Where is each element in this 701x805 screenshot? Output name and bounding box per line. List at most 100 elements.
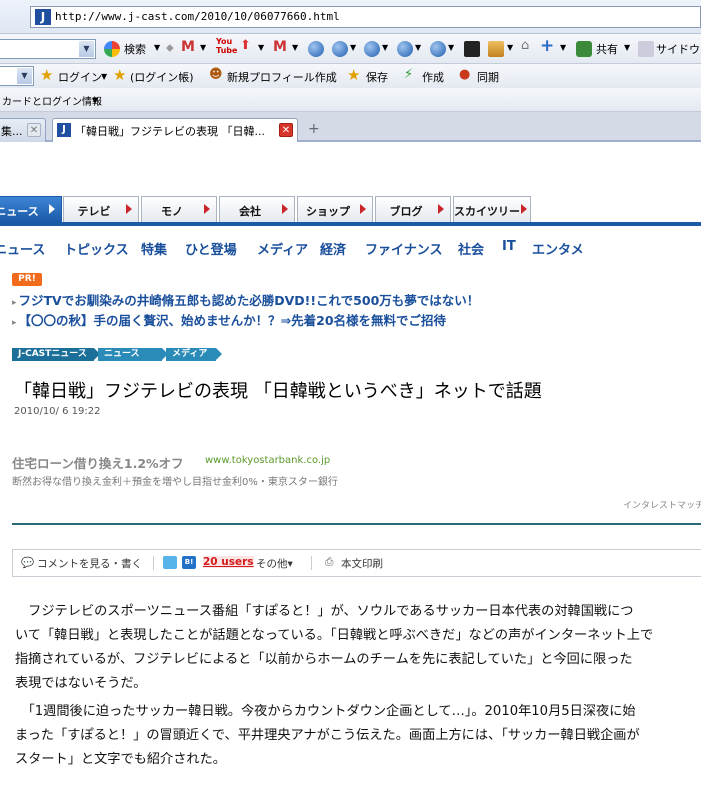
site-favicon-icon: J <box>57 123 71 137</box>
chevron-down-icon[interactable]: ▼ <box>200 43 206 52</box>
nav-tab-tv[interactable]: テレビ <box>63 196 139 222</box>
profile-icon[interactable]: ☻ <box>209 67 223 82</box>
login-book-icon[interactable]: ★ <box>113 66 126 84</box>
globe-icon[interactable] <box>397 41 413 57</box>
breadcrumb-jcast[interactable]: J-CASTニュース <box>12 348 100 361</box>
chevron-down-icon[interactable]: ▼ <box>382 43 388 52</box>
ad-title[interactable]: 住宅ローン借り換え1.2%オフ <box>12 453 184 472</box>
new-profile-button[interactable]: 新規プロフィール作成 <box>227 69 337 85</box>
login-select[interactable]: ▼ <box>0 66 34 86</box>
address-bar[interactable]: J http://www.j-cast.com/2010/10/06077660… <box>30 6 701 28</box>
divider <box>311 556 312 570</box>
url-text[interactable]: http://www.j-cast.com/2010/10/06077660.h… <box>55 10 340 23</box>
ad-provider[interactable]: インタレストマッチ <box>623 498 701 511</box>
nav-tab-company[interactable]: 会社 <box>219 196 295 222</box>
category-link-people[interactable]: ひと登場 <box>185 239 237 258</box>
share-button[interactable]: 共有 <box>596 41 618 57</box>
chevron-down-icon[interactable]: ▼ <box>258 43 264 52</box>
pr-link[interactable]: ▸ 【〇〇の秋】手の届く贅沢、始めませんか！？⇒先着20名様を無料でご招待 <box>12 310 446 329</box>
nav-tab-news[interactable]: ニュース <box>0 196 62 222</box>
globe-icon[interactable] <box>430 41 446 57</box>
sync-button[interactable]: 同期 <box>477 69 499 85</box>
tab-previous[interactable]: 集... ✕ <box>0 118 46 142</box>
hatena-bookmark-icon[interactable]: B! <box>182 556 196 569</box>
chevron-down-icon[interactable]: ▼ <box>292 43 298 52</box>
card-login-button[interactable]: カードとログイン情報 <box>2 93 102 108</box>
hatena-users-count[interactable]: 20 users <box>203 556 254 568</box>
nav-tab-shop[interactable]: ショップ <box>297 196 373 222</box>
ad-url[interactable]: www.tokyostarbank.co.jp <box>205 455 330 466</box>
page-content: ニュース テレビ モノ 会社 ショップ ブログ スカイツリー ニュース トピック… <box>0 144 701 805</box>
category-link-topics[interactable]: トピックス <box>64 239 129 258</box>
sync-icon[interactable]: ● <box>459 67 470 82</box>
close-icon[interactable]: ✕ <box>27 123 41 137</box>
address-bar-area: J http://www.j-cast.com/2010/10/06077660… <box>0 0 701 34</box>
chevron-down-icon[interactable]: ▼ <box>17 68 32 84</box>
breadcrumb-news[interactable]: ニュース <box>98 348 168 361</box>
bookmark-icon[interactable] <box>488 41 504 57</box>
pr-link[interactable]: ▸ フジTVでお馴染みの井崎脩五郎も認めた必勝DVD!!これで500万も夢ではない… <box>12 290 479 309</box>
login-star-icon[interactable]: ★ <box>40 66 53 84</box>
close-icon[interactable]: ✕ <box>279 123 293 137</box>
print-link[interactable]: 本文印刷 <box>341 556 383 571</box>
search-button[interactable]: 検索 <box>124 41 146 57</box>
site-favicon-icon: J <box>35 9 51 25</box>
chevron-down-icon[interactable]: ▼ <box>507 43 513 52</box>
gmail-icon[interactable]: M <box>181 39 195 55</box>
category-link-finance[interactable]: ファイナンス <box>365 239 442 258</box>
ad-description[interactable]: 断然お得な借り換え金利＋預金を増やし目指せ金利0%・東京スター銀行 <box>12 473 338 488</box>
nav-tab-blog[interactable]: ブログ <box>375 196 451 222</box>
login-button[interactable]: ログイン <box>58 69 102 85</box>
chevron-down-icon[interactable]: ▼ <box>101 72 107 81</box>
highlight-icon[interactable]: ⬥ <box>166 41 174 55</box>
chevron-down-icon[interactable]: ▼ <box>448 43 454 52</box>
globe-icon[interactable] <box>332 41 348 57</box>
save-button[interactable]: 保存 <box>366 69 388 85</box>
chevron-down-icon[interactable]: ▼ <box>415 43 421 52</box>
gmail-icon[interactable]: M <box>273 39 287 55</box>
sidewiki-icon[interactable] <box>638 41 654 57</box>
amazon-icon[interactable] <box>464 41 480 57</box>
pr-link-text[interactable]: 【〇〇の秋】手の届く贅沢、始めませんか！？⇒先着20名様を無料でご招待 <box>19 313 447 328</box>
breadcrumb-media[interactable]: メディア <box>166 348 222 361</box>
google-icon[interactable] <box>104 41 120 57</box>
chevron-down-icon[interactable]: ▼ <box>154 43 160 52</box>
save-icon[interactable]: ★ <box>347 66 360 84</box>
upload-icon[interactable]: ⬆ <box>240 38 251 53</box>
bank-icon[interactable]: ⌂ <box>521 38 529 53</box>
login-book-button[interactable]: (ログイン帳) <box>130 69 194 85</box>
chevron-down-icon[interactable]: ▼ <box>350 43 356 52</box>
category-link-society[interactable]: 社会 <box>458 239 484 258</box>
chevron-down-icon[interactable]: ▼ <box>560 43 566 52</box>
divider <box>153 556 154 570</box>
twitter-icon[interactable] <box>163 556 177 569</box>
toolbar-search-input[interactable]: ▼ <box>0 39 96 59</box>
pr-link-text[interactable]: フジTVでお馴染みの井崎脩五郎も認めた必勝DVD!!これで500万も夢ではない！ <box>19 293 480 308</box>
nav-tab-skytree[interactable]: スカイツリー <box>453 196 531 222</box>
tab-current[interactable]: J 「韓日戦」フジテレビの表現 「日韓... ✕ <box>52 118 298 142</box>
create-icon[interactable]: ⚡ <box>404 67 413 82</box>
chevron-down-icon[interactable]: ▼ <box>92 96 98 105</box>
globe-icon[interactable] <box>364 41 380 57</box>
category-link-news[interactable]: ニュース <box>0 239 45 258</box>
chevron-down-icon[interactable]: ▼ <box>79 41 94 57</box>
chevron-down-icon[interactable]: ▼ <box>624 43 630 52</box>
youtube-icon[interactable]: You Tube <box>216 37 237 55</box>
category-link-economy[interactable]: 経済 <box>320 239 346 258</box>
category-link-features[interactable]: 特集 <box>141 239 167 258</box>
new-tab-button[interactable]: + <box>308 121 320 137</box>
category-link-media[interactable]: メディア <box>257 239 308 258</box>
comment-link[interactable]: コメントを見る・書く <box>37 556 142 571</box>
nav-tab-mono[interactable]: モノ <box>141 196 217 222</box>
category-link-it[interactable]: IT <box>502 239 516 254</box>
globe-icon[interactable] <box>308 41 324 57</box>
article-line: スタート」と文字でも紹介された。 <box>15 752 226 767</box>
more-share-button[interactable]: その他▾ <box>256 556 293 571</box>
sidewiki-button[interactable]: サイドウィ <box>656 41 701 57</box>
article-headline: 「韓日戦」フジテレビの表現 「日韓戦というべき」ネットで話題 <box>14 381 542 402</box>
create-button[interactable]: 作成 <box>422 69 444 85</box>
share-icon[interactable] <box>576 41 592 57</box>
add-icon[interactable]: + <box>540 36 554 56</box>
category-link-entertainment[interactable]: エンタメ <box>532 239 584 258</box>
site-nav-bar: ニュース テレビ モノ 会社 ショップ ブログ スカイツリー <box>0 196 701 226</box>
